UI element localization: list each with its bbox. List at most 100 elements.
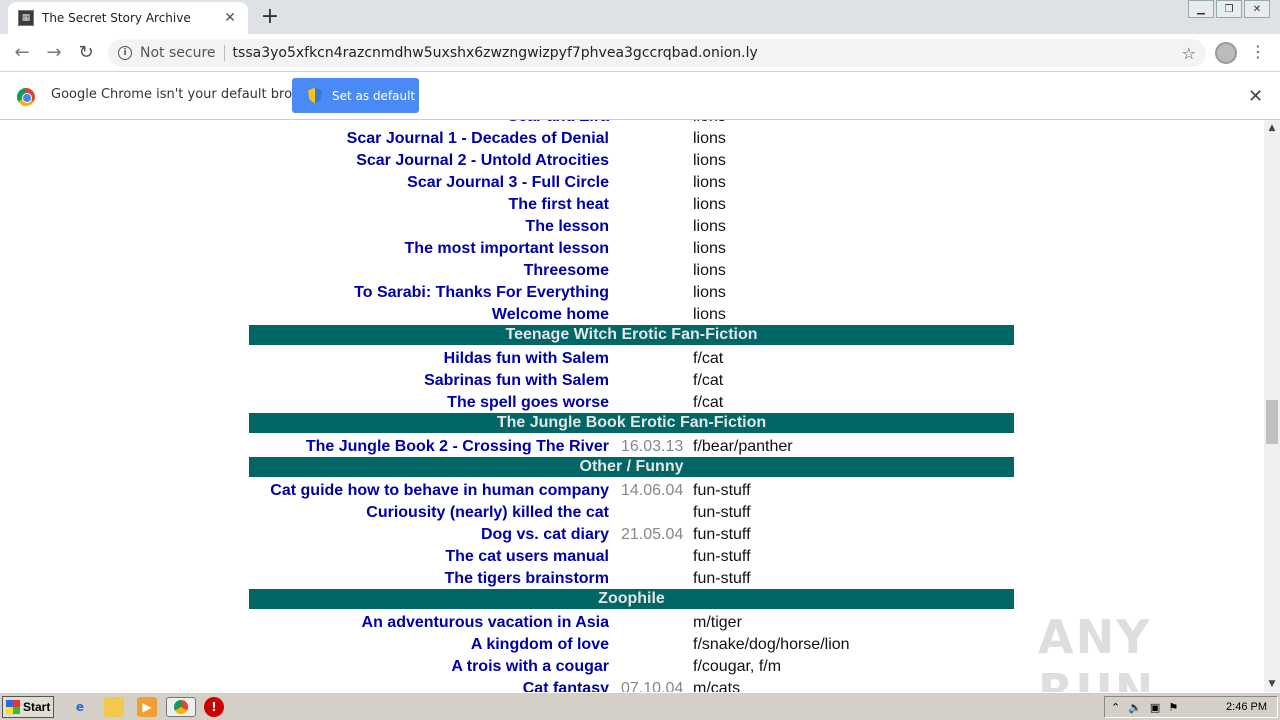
start-label: Start [23,700,51,714]
chrome-logo-icon [17,88,35,106]
story-category: f/cat [693,350,724,367]
tab-strip: ▦ The Secret Story Archive ✕ + ▁ ❐ ✕ [0,0,1280,34]
story-link[interactable]: The cat users manual [445,546,609,568]
story-link[interactable]: The spell goes worse [447,392,609,414]
story-category: fun-stuff [693,504,751,521]
tab-active[interactable]: ▦ The Secret Story Archive ✕ [8,2,248,34]
list-item: Scar Journal 2 - Untold Atrocities lions [249,150,1014,172]
chrome-logo-icon [174,700,188,714]
kebab-menu-icon[interactable]: ⋮ [1250,42,1266,64]
story-category: lions [693,152,726,169]
default-browser-infobar: Google Chrome isn't your default browser… [0,72,1280,120]
story-category: lions [693,262,726,279]
story-link[interactable]: The first heat [509,194,609,216]
address-bar[interactable]: i Not secure tssa3yo5xfkcn4razcnmdhw5uxs… [108,39,1206,67]
list-item: The spell goes worse f/cat [249,392,1014,414]
back-icon[interactable]: ← [10,41,34,65]
list-item: Dog vs. cat diary 21.05.04 fun-stuff [249,524,1014,546]
network-icon[interactable]: ▣ [1150,701,1160,714]
windows-logo-icon [6,700,20,714]
story-link[interactable]: Hildas fun with Salem [444,348,609,370]
story-link[interactable]: Dog vs. cat diary [481,524,609,546]
list-item: The cat users manual fun-stuff [249,546,1014,568]
story-category: f/cat [693,372,724,389]
scroll-thumb[interactable] [1266,400,1278,444]
story-link[interactable]: Scar and Zira [508,120,609,128]
story-link[interactable]: Welcome home [492,304,609,326]
new-tab-button[interactable]: + [258,4,282,30]
story-link[interactable]: Sabrinas fun with Salem [424,370,609,392]
list-item: The first heat lions [249,194,1014,216]
restore-button[interactable]: ❐ [1216,0,1242,18]
story-category: lions [693,218,726,235]
list-item: Cat fantasy 07.10.04 m/cats [249,678,1014,692]
media-player-icon[interactable]: ▶ [137,697,157,717]
folder-icon[interactable] [104,697,124,717]
minimize-button[interactable]: ▁ [1188,0,1214,18]
flag-icon[interactable]: ⚑ [1168,701,1178,714]
section-header: Other / Funny [249,457,1014,477]
story-link[interactable]: Scar Journal 1 - Decades of Denial [347,128,609,150]
tab-title: The Secret Story Archive [42,11,191,25]
story-category: fun-stuff [693,526,751,543]
list-item: Threesome lions [249,260,1014,282]
story-link[interactable]: An adventurous vacation in Asia [362,612,609,634]
close-icon[interactable]: ✕ [222,10,238,26]
story-category: fun-stuff [693,482,751,499]
section-header: Zoophile [249,589,1014,609]
story-link[interactable]: A kingdom of love [471,634,609,656]
volume-icon[interactable]: 🔈 [1128,701,1142,714]
list-item: An adventurous vacation in Asia m/tiger [249,612,1014,634]
story-link[interactable]: Cat fantasy [523,678,609,692]
story-category: fun-stuff [693,548,751,565]
set-as-default-button[interactable]: Set as default [292,78,419,113]
page-content: Scar and ZiralionsScar Journal 1 - Decad… [0,120,1264,692]
star-icon[interactable]: ☆ [1182,44,1196,63]
list-item: The Jungle Book 2 - Crossing The River 16… [249,436,1014,458]
forward-icon[interactable]: → [42,41,66,65]
start-button[interactable]: Start [2,696,54,718]
story-date: 16.03.13 [621,438,684,455]
scroll-up-icon[interactable]: ▲ [1264,120,1280,136]
story-link[interactable]: Scar Journal 2 - Untold Atrocities [356,150,609,172]
avatar[interactable] [1215,42,1237,64]
alert-icon[interactable]: ! [204,697,224,717]
list-item: Welcome home lions [249,304,1014,326]
story-link[interactable]: Scar Journal 3 - Full Circle [407,172,609,194]
window-controls: ▁ ❐ ✕ [1188,0,1270,18]
story-category: lions [693,240,726,257]
chrome-taskbar-icon[interactable] [166,697,196,717]
url-text[interactable]: tssa3yo5xfkcn4razcnmdhw5uxshx6zwzngwizpy… [233,45,1182,61]
story-category: lions [693,196,726,213]
shield-icon [308,87,322,104]
scrollbar[interactable]: ▲ ▼ [1264,120,1280,692]
ie-icon[interactable]: e [70,697,90,717]
list-item: A kingdom of love f/snake/dog/horse/lion [249,634,1014,656]
story-link[interactable]: The most important lesson [405,238,609,260]
list-item: Scar Journal 3 - Full Circle lions [249,172,1014,194]
story-link[interactable]: The Jungle Book 2 - Crossing The River [306,436,609,458]
close-window-button[interactable]: ✕ [1244,0,1270,18]
story-link[interactable]: To Sarabi: Thanks For Everything [354,282,609,304]
story-link[interactable]: Cat guide how to behave in human company [270,480,609,502]
story-link[interactable]: The tigers brainstorm [445,568,609,590]
browser-toolbar: ← → ↻ i Not secure tssa3yo5xfkcn4razcnmd… [0,34,1280,72]
story-link[interactable]: Curiousity (nearly) killed the cat [366,502,609,524]
reload-icon[interactable]: ↻ [74,41,98,65]
story-category: f/cat [693,394,724,411]
story-link[interactable]: A trois with a cougar [451,656,609,678]
infobar-text: Google Chrome isn't your default browser [51,87,323,102]
info-icon[interactable]: i [118,46,132,60]
system-tray: ⌃ 🔈 ▣ ⚑ 2:46 PM [1104,696,1278,718]
tray-expand-icon[interactable]: ⌃ [1111,701,1120,714]
list-item: Sabrinas fun with Salem f/cat [249,370,1014,392]
clock: 2:46 PM [1226,701,1267,713]
list-item: The most important lesson lions [249,238,1014,260]
story-link[interactable]: Threesome [524,260,609,282]
story-category: f/bear/panther [693,438,793,455]
story-link[interactable]: The lesson [525,216,609,238]
close-icon[interactable]: ✕ [1248,86,1263,107]
section-header: Teenage Witch Erotic Fan-Fiction [249,325,1014,345]
list-item: Scar and Zira lions [249,120,1014,128]
story-category: lions [693,174,726,191]
